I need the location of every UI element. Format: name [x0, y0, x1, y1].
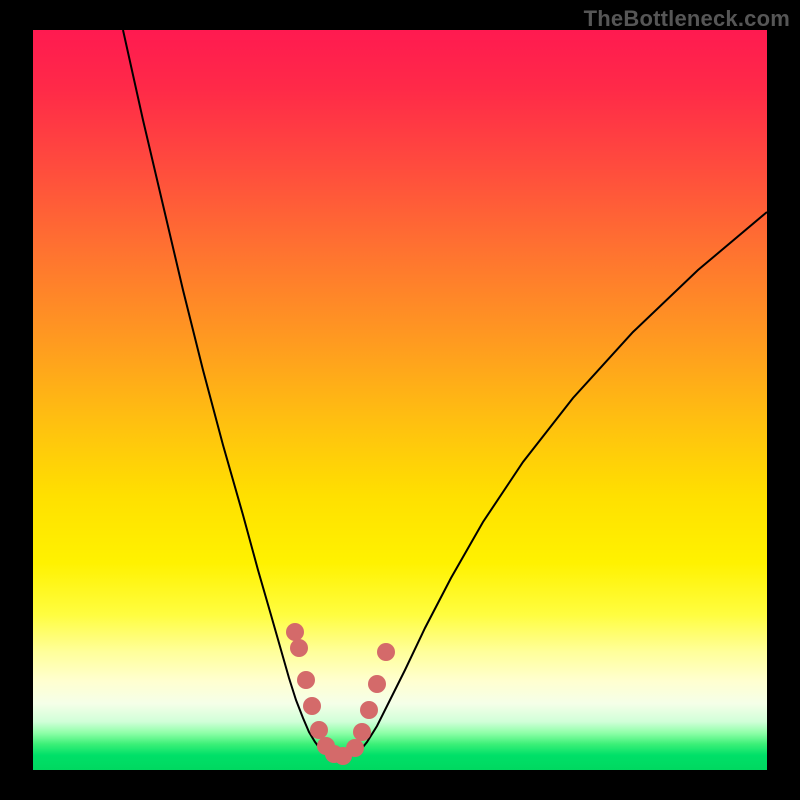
data-dots — [286, 623, 395, 765]
chart-area — [33, 30, 767, 770]
bottleneck-curve — [33, 30, 767, 770]
watermark-text: TheBottleneck.com — [584, 6, 790, 31]
data-dot — [360, 701, 378, 719]
data-dot — [290, 639, 308, 657]
data-dot — [297, 671, 315, 689]
curve-right-arm — [359, 212, 767, 752]
data-dot — [377, 643, 395, 661]
curve-left-arm — [123, 30, 321, 750]
data-dot — [303, 697, 321, 715]
data-dot — [310, 721, 328, 739]
data-dot — [346, 739, 364, 757]
data-dot — [353, 723, 371, 741]
data-dot — [286, 623, 304, 641]
watermark: TheBottleneck.com — [584, 6, 790, 32]
data-dot — [368, 675, 386, 693]
